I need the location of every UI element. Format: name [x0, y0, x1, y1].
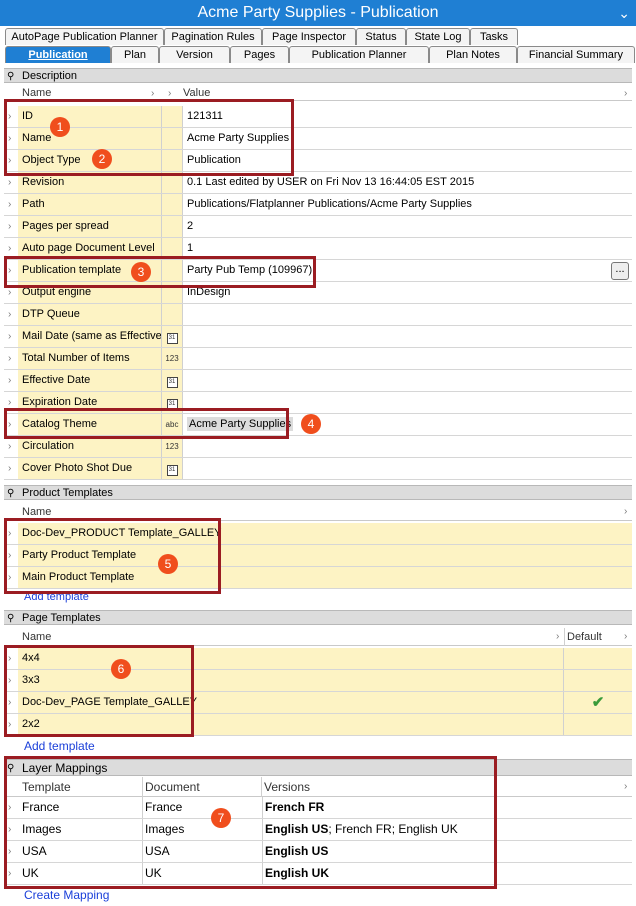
tab-publication[interactable]: Publication — [5, 46, 111, 63]
annotation-box-4 — [4, 408, 289, 439]
tab-pages[interactable]: Pages — [230, 46, 289, 63]
type-cell — [161, 216, 182, 237]
property-value[interactable] — [182, 304, 632, 325]
window-title: Acme Party Supplies - Publication — [197, 4, 439, 21]
pin-icon[interactable]: ⚲ — [7, 611, 14, 626]
tab-page-inspector[interactable]: Page Inspector — [262, 28, 356, 45]
property-name: Path — [18, 194, 161, 215]
table-row[interactable]: › Cover Photo Shot Due 31 — [4, 458, 632, 480]
table-row[interactable]: › Circulation 123 — [4, 436, 632, 458]
annotation-badge-5: 5 — [158, 554, 178, 574]
annotation-box-3 — [4, 256, 316, 288]
tab-financial-summary[interactable]: Financial Summary — [517, 46, 635, 63]
table-row[interactable]: › DTP Queue — [4, 304, 632, 326]
tab-publication-planner[interactable]: Publication Planner — [289, 46, 429, 63]
property-name: Circulation — [18, 436, 161, 457]
section-title: Page Templates — [22, 612, 101, 624]
property-value[interactable]: 2 — [182, 216, 632, 237]
section-page-templates[interactable]: ⚲ Page Templates — [4, 610, 632, 625]
default-cell[interactable] — [563, 648, 632, 669]
default-cell[interactable] — [563, 670, 632, 691]
tab-state-log[interactable]: State Log — [406, 28, 470, 45]
add-page-template-link[interactable]: Add template — [24, 739, 95, 753]
tab-version[interactable]: Version — [159, 46, 230, 63]
type-cell — [161, 304, 182, 325]
tab-pagination-rules[interactable]: Pagination Rules — [164, 28, 262, 45]
create-mapping-link[interactable]: Create Mapping — [24, 888, 109, 902]
table-row[interactable]: › Total Number of Items 123 — [4, 348, 632, 370]
property-value[interactable] — [182, 370, 632, 391]
type-cell — [161, 194, 182, 215]
annotation-badge-2: 2 — [92, 149, 112, 169]
annotation-badge-1: 1 — [50, 117, 70, 137]
browse-button[interactable]: ... — [611, 262, 629, 280]
calendar-icon[interactable]: 31 — [166, 333, 178, 344]
tab-status[interactable]: Status — [356, 28, 406, 45]
tab-plan[interactable]: Plan — [111, 46, 159, 63]
calendar-icon[interactable]: 31 — [166, 377, 178, 388]
table-row[interactable]: › Pages per spread 2 — [4, 216, 632, 238]
pin-icon[interactable]: ⚲ — [7, 486, 14, 501]
property-value[interactable]: Publications/Flatplanner Publications/Ac… — [182, 194, 632, 215]
chevron-right-icon[interactable]: › — [556, 628, 559, 646]
column-header-default[interactable]: Default — [564, 628, 602, 646]
number-type-icon: 123 — [161, 436, 182, 457]
table-row[interactable]: › Effective Date 31 — [4, 370, 632, 392]
annotation-badge-6: 6 — [111, 659, 131, 679]
tab-row-primary: Publication Plan Version Pages Publicati… — [0, 44, 636, 63]
default-cell[interactable] — [563, 714, 632, 735]
tab-row-secondary: AutoPage Publication Planner Pagination … — [0, 26, 636, 45]
annotation-badge-3: 3 — [131, 262, 151, 282]
property-name: Cover Photo Shot Due — [18, 458, 161, 479]
table-row[interactable]: › Path Publications/Flatplanner Publicat… — [4, 194, 632, 216]
calendar-icon[interactable]: 31 — [166, 465, 178, 476]
tab-plan-notes[interactable]: Plan Notes — [429, 46, 517, 63]
property-value[interactable] — [182, 436, 632, 457]
annotation-badge-7: 7 — [211, 808, 231, 828]
chevron-down-icon[interactable]: ⌄ — [618, 0, 630, 26]
table-row[interactable]: › Mail Date (same as Effective 31 — [4, 326, 632, 348]
type-cell: 31 — [161, 326, 182, 347]
property-name: Effective Date — [18, 370, 161, 391]
tab-tasks[interactable]: Tasks — [470, 28, 518, 45]
section-product-templates[interactable]: ⚲ Product Templates — [4, 485, 632, 500]
annotation-box-5 — [4, 518, 221, 594]
chevron-right-icon[interactable]: › — [624, 628, 627, 646]
page-templates-header: Name › Default › — [4, 628, 632, 646]
check-icon[interactable]: ✔ — [563, 692, 632, 713]
property-value[interactable] — [182, 458, 632, 479]
property-name: Pages per spread — [18, 216, 161, 237]
pin-icon[interactable]: ⚲ — [7, 69, 14, 84]
type-cell: 31 — [161, 458, 182, 479]
property-name: Total Number of Items — [18, 348, 161, 369]
property-name: Mail Date (same as Effective — [18, 326, 161, 347]
annotation-box-7 — [4, 756, 497, 889]
tab-autopage-publication-planner[interactable]: AutoPage Publication Planner — [5, 28, 164, 45]
section-title: Product Templates — [22, 487, 113, 499]
section-description[interactable]: ⚲ Description — [4, 68, 632, 83]
chevron-right-icon[interactable]: › — [624, 503, 627, 521]
section-title: Description — [22, 70, 78, 82]
column-header-name[interactable]: Name — [22, 628, 51, 646]
annotation-box-1 — [4, 99, 294, 176]
property-value[interactable] — [182, 348, 632, 369]
annotation-badge-4: 4 — [301, 414, 321, 434]
property-value[interactable] — [182, 326, 632, 347]
property-name: DTP Queue — [18, 304, 161, 325]
number-type-icon: 123 — [161, 348, 182, 369]
chevron-right-icon[interactable]: › — [624, 777, 627, 797]
window-title-bar: Acme Party Supplies - Publication ⌄ — [0, 0, 636, 26]
chevron-right-icon[interactable]: › — [624, 86, 627, 101]
type-cell: 31 — [161, 370, 182, 391]
annotation-box-6 — [4, 645, 194, 737]
